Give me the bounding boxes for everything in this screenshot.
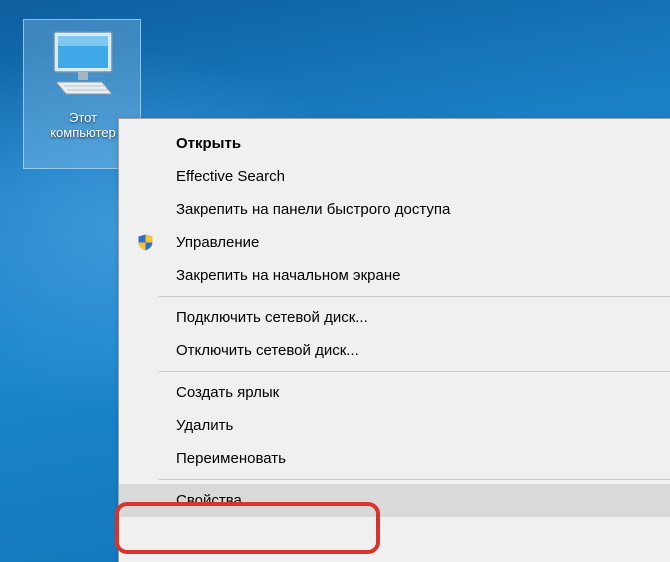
menu-item-label: Создать ярлык: [176, 384, 280, 401]
menu-separator: [159, 371, 670, 372]
menu-item-label: Подключить сетевой диск...: [176, 309, 368, 326]
menu-separator: [159, 479, 670, 480]
shield-icon: [138, 234, 153, 251]
menu-item-map-network-drive[interactable]: Подключить сетевой диск...: [119, 301, 670, 334]
menu-item-open[interactable]: Открыть: [119, 127, 670, 160]
menu-item-create-shortcut[interactable]: Создать ярлык: [119, 376, 670, 409]
menu-item-label: Закрепить на панели быстрого доступа: [176, 201, 451, 218]
menu-item-rename[interactable]: Переименовать: [119, 442, 670, 475]
menu-item-effective-search[interactable]: Effective Search: [119, 160, 670, 193]
menu-item-pin-quick-access[interactable]: Закрепить на панели быстрого доступа: [119, 193, 670, 226]
context-menu: Открыть Effective Search Закрепить на па…: [118, 118, 670, 562]
computer-icon: [53, 31, 114, 95]
menu-item-label: Закрепить на начальном экране: [176, 267, 401, 284]
properties-highlight-ring: [115, 502, 380, 554]
menu-item-label: Отключить сетевой диск...: [176, 342, 359, 359]
menu-item-label: Удалить: [176, 417, 234, 434]
menu-separator: [159, 296, 670, 297]
menu-item-manage[interactable]: Управление: [119, 226, 670, 259]
menu-item-delete[interactable]: Удалить: [119, 409, 670, 442]
menu-item-disconnect-network-drive[interactable]: Отключить сетевой диск...: [119, 334, 670, 367]
menu-item-label: Управление: [176, 234, 260, 251]
menu-item-label: Открыть: [176, 135, 242, 152]
menu-item-pin-start[interactable]: Закрепить на начальном экране: [119, 259, 670, 292]
menu-item-label: Переименовать: [176, 450, 286, 467]
menu-item-label: Effective Search: [176, 168, 285, 185]
